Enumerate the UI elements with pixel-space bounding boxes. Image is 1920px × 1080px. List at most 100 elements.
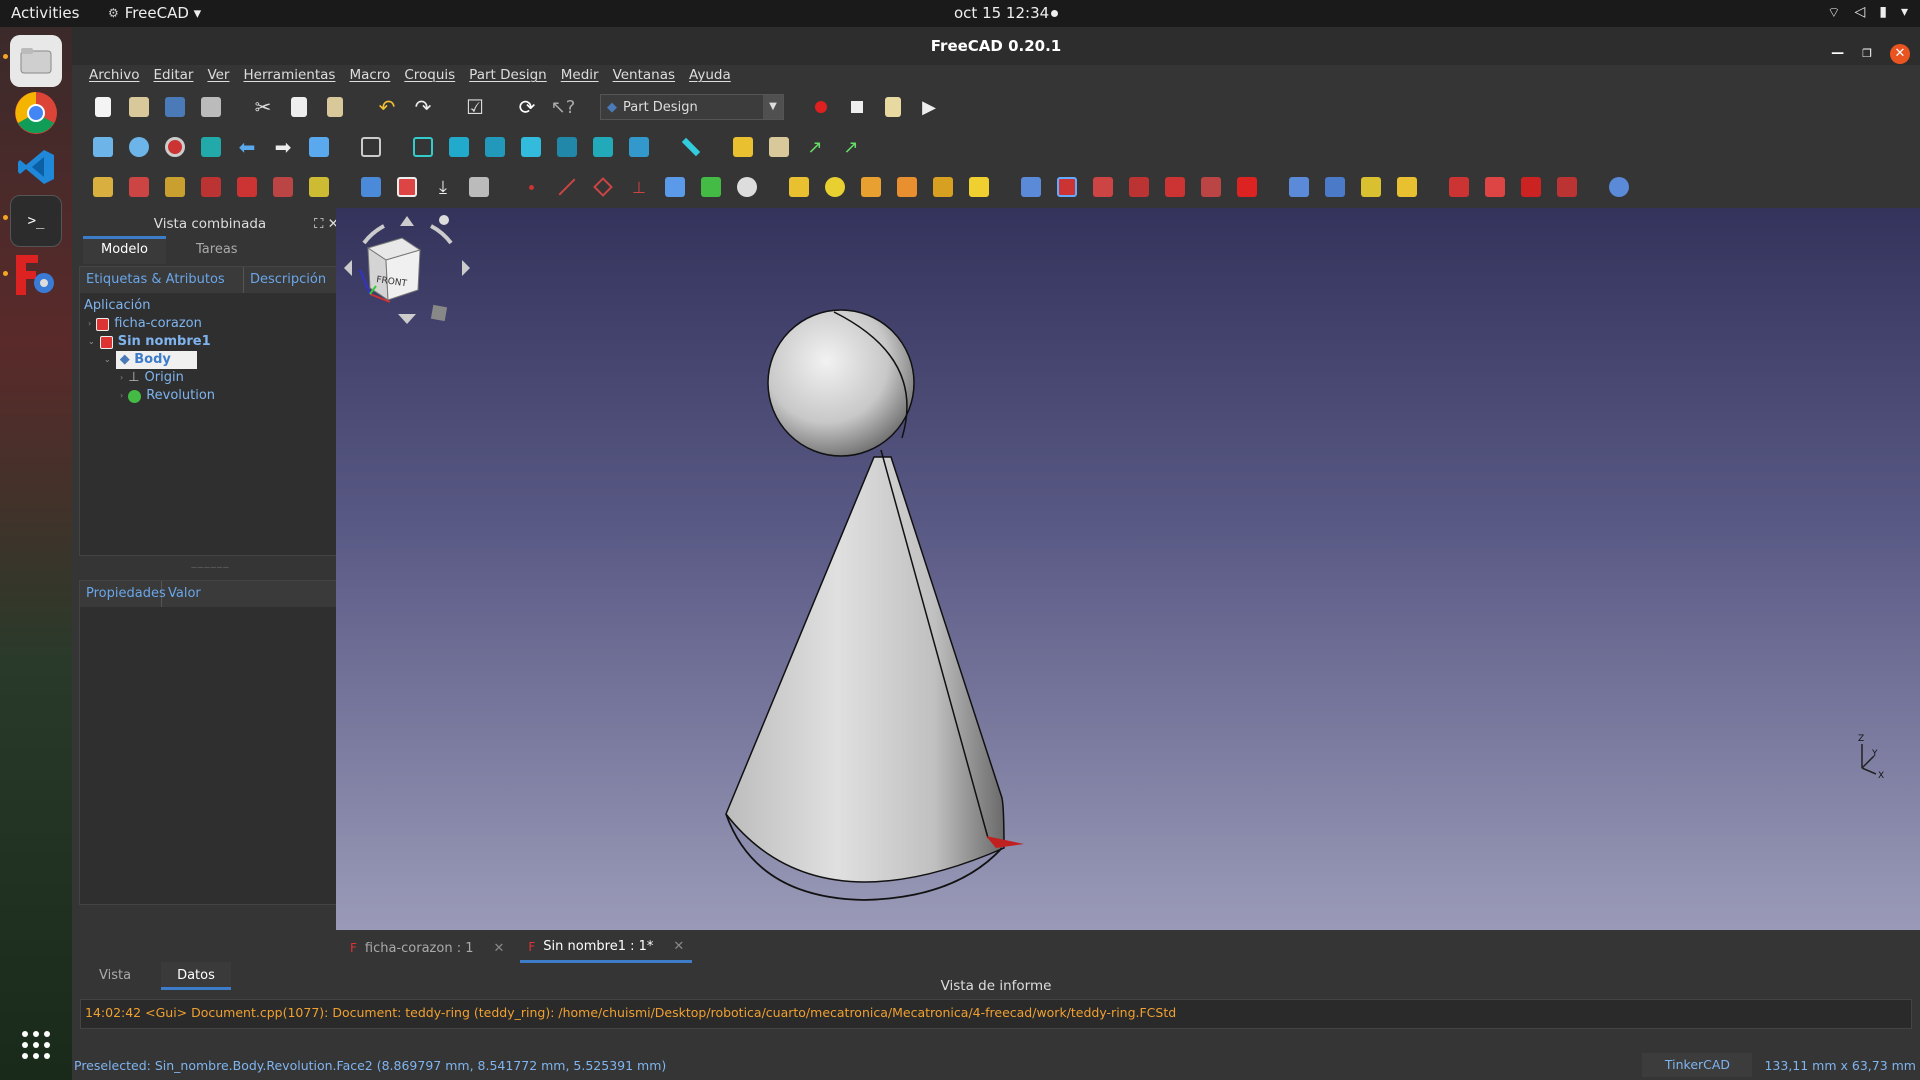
view-bottom-button[interactable] <box>588 132 618 162</box>
3d-viewport[interactable]: FRONT Z Y X <box>336 208 1920 930</box>
datum-point-button[interactable] <box>516 172 546 202</box>
subtractive-pipe-button[interactable] <box>1160 172 1190 202</box>
groove-button[interactable] <box>1088 172 1118 202</box>
datum-line-button[interactable] <box>552 172 582 202</box>
refresh-button[interactable]: ⟳ <box>512 92 542 122</box>
menu-ventanas[interactable]: Ventanas <box>606 65 682 87</box>
hole-button[interactable] <box>1052 172 1082 202</box>
save-button[interactable] <box>160 92 190 122</box>
subtractive-primitive-button[interactable] <box>1232 172 1262 202</box>
sub-shape-binder-button[interactable] <box>392 172 422 202</box>
menu-croquis[interactable]: Croquis <box>397 65 462 87</box>
macro-edit-button[interactable] <box>878 92 908 122</box>
view-rear-button[interactable] <box>552 132 582 162</box>
additive-helix-button[interactable] <box>696 172 726 202</box>
menu-macro[interactable]: Macro <box>342 65 397 87</box>
fit-all-button[interactable] <box>88 132 118 162</box>
navigation-style-button[interactable]: TinkerCAD <box>1642 1053 1753 1077</box>
col-properties[interactable]: Propiedades <box>80 581 166 607</box>
col-labels[interactable]: Etiquetas & Atributos <box>80 267 244 293</box>
menu-herramientas[interactable]: Herramientas <box>236 65 342 87</box>
local-cs-button[interactable]: ⊥ <box>624 172 654 202</box>
minimize-button[interactable]: — <box>1831 35 1844 73</box>
fit-selection-button[interactable] <box>124 132 154 162</box>
new-document-button[interactable] <box>88 92 118 122</box>
chrome-app-icon[interactable] <box>10 87 62 139</box>
col-value[interactable]: Valor <box>162 581 340 607</box>
view-left-button[interactable] <box>624 132 654 162</box>
app-menu[interactable]: ⚙ FreeCAD ▾ <box>108 4 201 22</box>
sync-view-button[interactable] <box>304 132 334 162</box>
open-button[interactable] <box>124 92 154 122</box>
additive-pipe-button[interactable] <box>892 172 922 202</box>
mirrored-button[interactable] <box>1284 172 1314 202</box>
window-titlebar[interactable]: FreeCAD 0.20.1 — ❐ ✕ <box>72 27 1920 65</box>
close-tab-icon[interactable]: ✕ <box>673 939 684 954</box>
tree-item-doc2[interactable]: ⌄ Sin nombre1 <box>84 333 340 351</box>
maximize-button[interactable]: ❐ <box>1862 35 1872 73</box>
additive-primitive-button[interactable] <box>964 172 994 202</box>
close-tab-icon[interactable]: ✕ <box>493 941 504 956</box>
link-actions-button[interactable]: ↗ <box>836 132 866 162</box>
workbench-selector[interactable]: ◆ Part Design ▼ <box>600 94 784 120</box>
system-tray[interactable]: ⌔ ◁ ▮ ▾ <box>1827 4 1908 22</box>
col-description[interactable]: Descripción <box>244 267 340 293</box>
doc-tab-ficha-corazon[interactable]: F ficha-corazon : 1 ✕ <box>342 935 512 962</box>
view-top-button[interactable] <box>480 132 510 162</box>
shape-binder-button[interactable] <box>356 172 386 202</box>
macro-run-button[interactable]: ▶ <box>914 92 944 122</box>
redo-button[interactable]: ↷ <box>408 92 438 122</box>
subtractive-helix-button[interactable] <box>1196 172 1226 202</box>
import-button[interactable]: ⤓ <box>428 172 458 202</box>
tab-modelo[interactable]: Modelo <box>83 236 166 264</box>
tree-item-body[interactable]: ⌄ ◆ Body <box>84 351 340 369</box>
menu-editar[interactable]: Editar <box>146 65 200 87</box>
close-button[interactable]: ✕ <box>1890 44 1910 64</box>
show-apps-icon[interactable] <box>10 1019 62 1071</box>
pad-button[interactable] <box>784 172 814 202</box>
measure-button[interactable] <box>676 132 706 162</box>
create-body-button[interactable] <box>88 172 118 202</box>
fillet-button[interactable] <box>1444 172 1474 202</box>
3d-model-revolution[interactable] <box>725 309 1024 901</box>
map-sketch-button[interactable] <box>232 172 262 202</box>
link-button[interactable]: ↗ <box>800 132 830 162</box>
doc-tab-sin-nombre1[interactable]: F Sin nombre1 : 1* ✕ <box>520 933 693 963</box>
multi-transform-button[interactable] <box>1392 172 1422 202</box>
vscode-app-icon[interactable] <box>10 141 62 193</box>
recompute-check-button[interactable]: ☑ <box>460 92 490 122</box>
undo-button[interactable]: ↶ <box>372 92 402 122</box>
view-front-button[interactable] <box>444 132 474 162</box>
thickness-button[interactable] <box>1552 172 1582 202</box>
clone-button[interactable] <box>464 172 494 202</box>
menu-medir[interactable]: Medir <box>554 65 606 87</box>
report-log[interactable]: 14:02:42 <Gui> Document.cpp(1077): Docum… <box>80 999 1912 1029</box>
files-app-icon[interactable] <box>10 35 62 87</box>
create-group-button[interactable] <box>764 132 794 162</box>
merge-sketch-button[interactable] <box>304 172 334 202</box>
pocket-button[interactable] <box>1016 172 1046 202</box>
cut-button[interactable]: ✂ <box>248 92 278 122</box>
menu-ver[interactable]: Ver <box>200 65 236 87</box>
tab-tareas[interactable]: Tareas <box>178 236 256 264</box>
subtractive-loft-button[interactable] <box>1124 172 1154 202</box>
chamfer-button[interactable] <box>1480 172 1510 202</box>
additive-helix2-button[interactable] <box>928 172 958 202</box>
activities-button[interactable]: Activities <box>11 4 79 22</box>
freecad-app-icon[interactable] <box>10 249 62 301</box>
polar-pattern-button[interactable] <box>1356 172 1386 202</box>
draft-button[interactable] <box>1516 172 1546 202</box>
tree-item-origin[interactable]: › ⊥ Origin <box>84 369 340 387</box>
menu-part-design[interactable]: Part Design <box>462 65 554 87</box>
binder-button[interactable] <box>660 172 690 202</box>
tree-item-revolution[interactable]: › Revolution <box>84 387 340 405</box>
clone-body-button[interactable] <box>732 172 762 202</box>
revolution-button[interactable] <box>820 172 850 202</box>
terminal-app-icon[interactable]: >_ <box>10 195 62 247</box>
std-views-button[interactable] <box>356 132 386 162</box>
clock[interactable]: oct 15 12:34 <box>954 4 1049 22</box>
back-button[interactable]: ⬅ <box>232 132 262 162</box>
datum-plane-button[interactable] <box>588 172 618 202</box>
bounding-box-button[interactable] <box>196 132 226 162</box>
draw-style-button[interactable] <box>160 132 190 162</box>
